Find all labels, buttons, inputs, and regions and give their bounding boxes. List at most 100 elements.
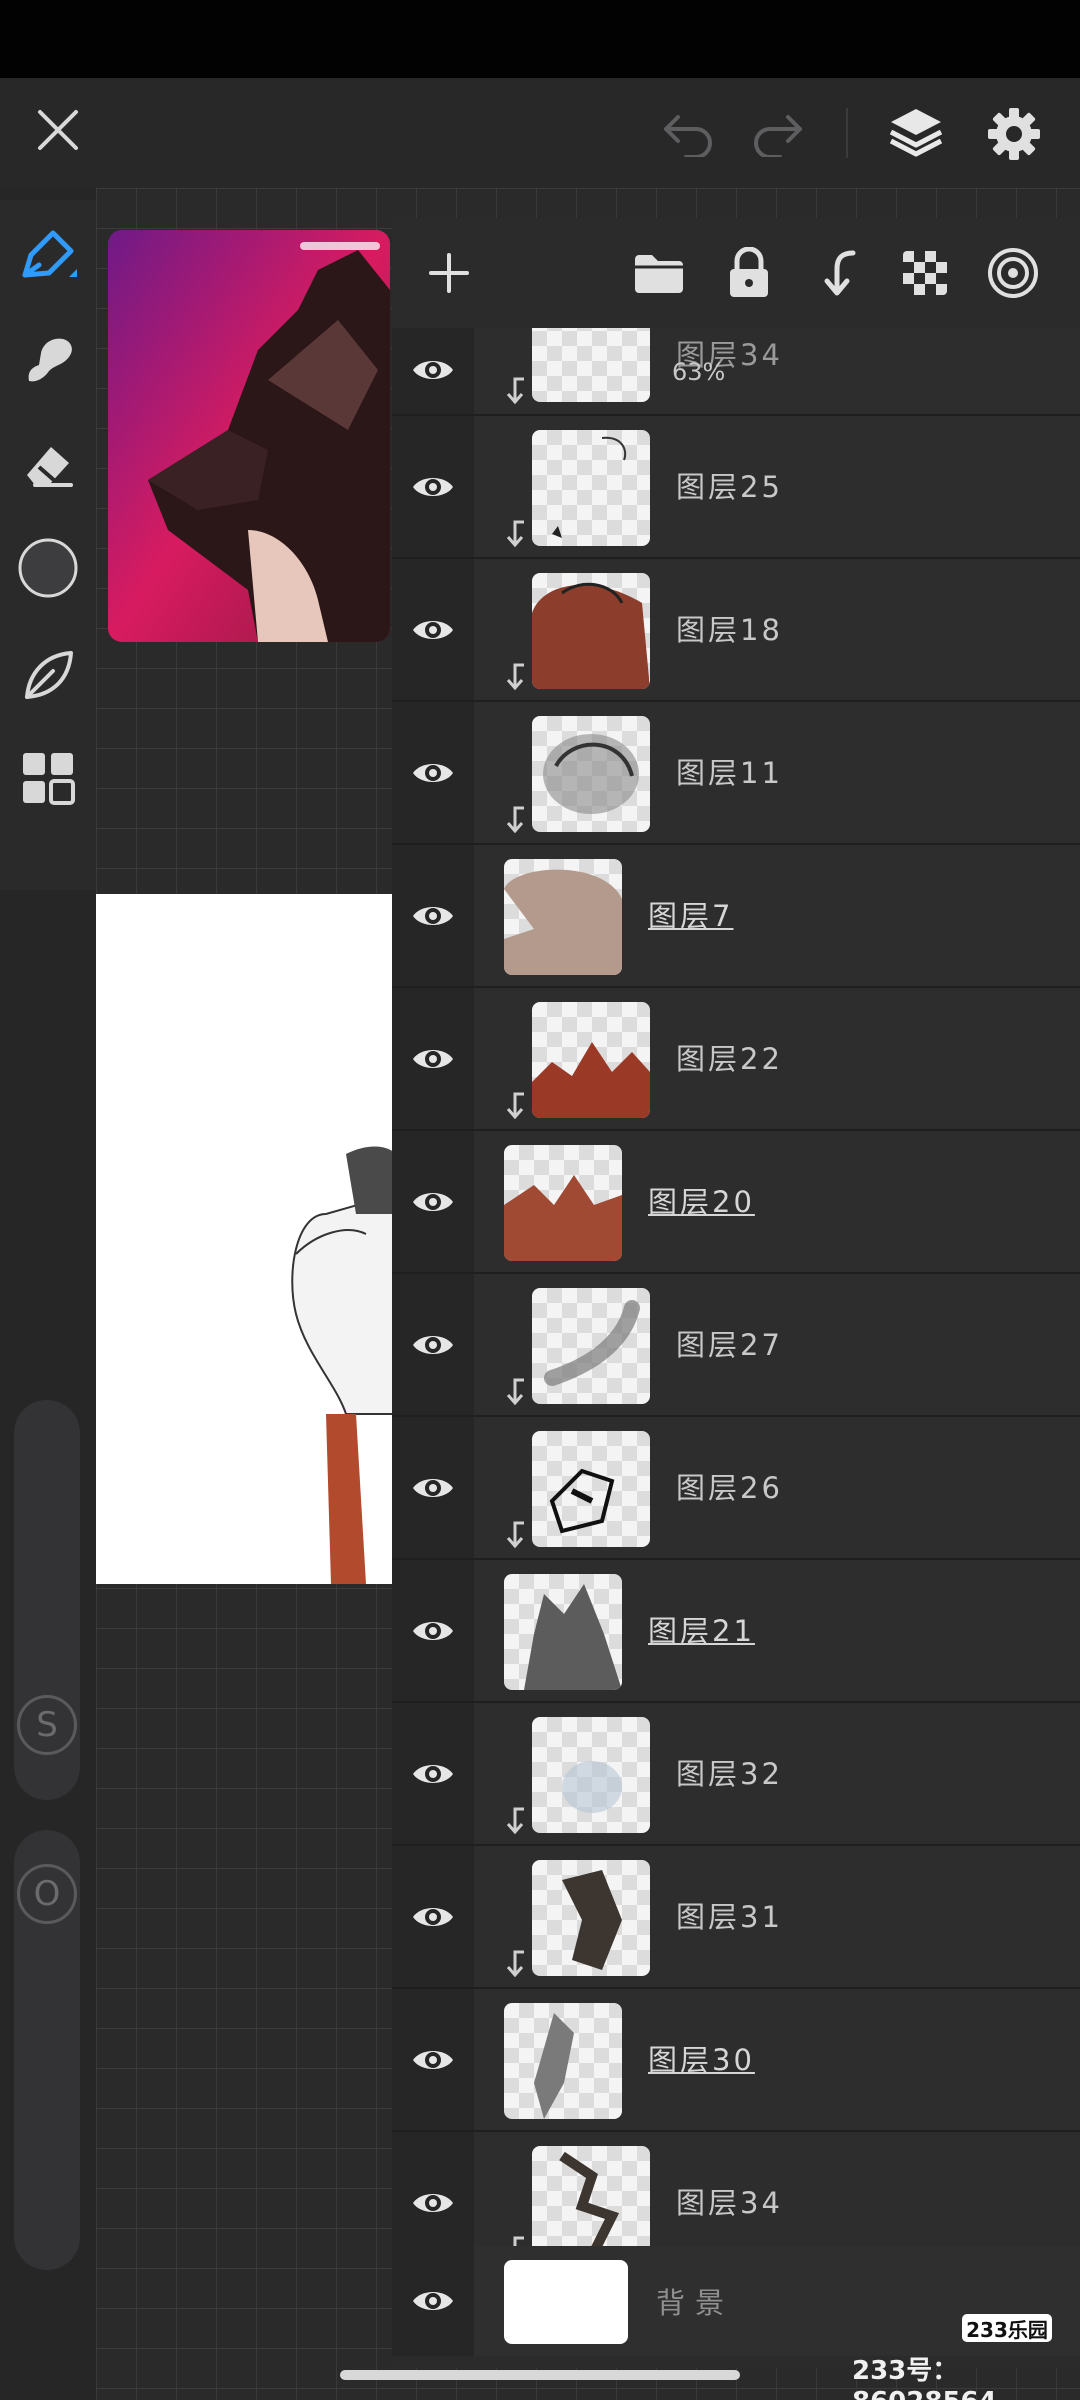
layer-row[interactable]: 图层31: [392, 1846, 1080, 1989]
layer-row[interactable]: 图层32: [392, 1703, 1080, 1846]
lock-icon[interactable]: [716, 240, 782, 306]
target-icon[interactable]: [980, 240, 1046, 306]
brush-icon[interactable]: [12, 220, 84, 292]
layer-name: 图层27: [676, 1328, 783, 1362]
layer-row[interactable]: 图层22: [392, 988, 1080, 1131]
eraser-icon[interactable]: [12, 430, 84, 502]
layers-icon[interactable]: [880, 98, 952, 166]
layers-panel: 图层34 63% 图层25 图层18 图层11 图层7 图层22 图层20 图层27 图层26 图层…: [392, 218, 1080, 2368]
layer-row[interactable]: 图层25: [392, 416, 1080, 559]
reference-artwork: [108, 230, 390, 642]
visibility-toggle[interactable]: [392, 2246, 474, 2356]
clip-arrow-icon: [504, 662, 526, 692]
layer-row[interactable]: 图层26: [392, 1417, 1080, 1560]
layer-row[interactable]: 图层34 63%: [392, 286, 1080, 416]
size-slider-badge: S: [17, 1695, 77, 1755]
undo-icon[interactable]: [656, 100, 720, 164]
clip-arrow-icon: [504, 1091, 526, 1121]
visibility-toggle[interactable]: [392, 1989, 474, 2130]
layer-opacity: 63%: [672, 358, 726, 386]
layer-thumbnail: [532, 1002, 650, 1118]
layer-name: 图层11: [676, 756, 783, 790]
eye-icon: [413, 1621, 453, 1640]
eye-icon: [413, 2292, 453, 2310]
layer-name: 图层34: [676, 2186, 783, 2220]
eye-icon: [413, 2193, 453, 2212]
app-root: S O 图层3463%图层25图层18图层11图层7图层22图层2: [0, 0, 1080, 2400]
visibility-toggle[interactable]: [392, 416, 474, 557]
eye-icon: [413, 1478, 453, 1497]
folder-icon[interactable]: [626, 240, 692, 306]
layer-list: 图层34 63% 图层25 图层18 图层11 图层7 图层22 图层20 图层27 图层26 图层…: [392, 286, 1080, 2275]
visibility-toggle[interactable]: [392, 559, 474, 700]
layer-row[interactable]: 图层21: [392, 1560, 1080, 1703]
add-layer-icon[interactable]: [416, 240, 482, 306]
grid-icon[interactable]: [12, 742, 84, 814]
clip-icon[interactable]: [804, 240, 870, 306]
home-indicator[interactable]: [340, 2370, 740, 2380]
clip-arrow-icon: [504, 376, 526, 406]
layer-thumbnail: [532, 1431, 650, 1547]
background-thumbnail: [504, 2260, 628, 2344]
layer-thumbnail: [504, 859, 622, 975]
smudge-icon[interactable]: [12, 324, 84, 396]
visibility-toggle[interactable]: [392, 702, 474, 843]
eye-icon: [413, 1764, 453, 1783]
eye-icon: [413, 361, 453, 379]
visibility-toggle[interactable]: [392, 988, 474, 1129]
eye-icon: [413, 1192, 453, 1211]
tool-palette: [0, 200, 96, 890]
leaf-icon[interactable]: [12, 638, 84, 710]
visibility-toggle[interactable]: [392, 1846, 474, 1987]
layer-name: 图层31: [676, 1900, 783, 1934]
status-bar: [0, 0, 1080, 78]
layer-thumbnail: [504, 2003, 622, 2119]
eye-icon: [413, 1049, 453, 1068]
layer-name: 图层18: [676, 613, 783, 647]
gear-icon[interactable]: [980, 100, 1048, 168]
layer-thumbnail: [532, 1717, 650, 1833]
visibility-toggle[interactable]: [392, 1417, 474, 1558]
eye-icon: [413, 1907, 453, 1926]
layer-row[interactable]: 图层30: [392, 1989, 1080, 2132]
layer-name: 图层22: [676, 1042, 783, 1076]
layers-panel-toolbar: [392, 218, 1080, 328]
reference-drag-handle[interactable]: [300, 242, 380, 250]
eye-icon: [413, 2050, 453, 2069]
layer-name: 图层21: [648, 1614, 755, 1648]
layer-thumbnail: [532, 430, 650, 546]
visibility-toggle[interactable]: [392, 1703, 474, 1844]
background-layer-label: 背景: [656, 2286, 735, 2320]
layer-name: 图层26: [676, 1471, 783, 1505]
visibility-toggle[interactable]: [392, 1274, 474, 1415]
visibility-toggle[interactable]: [392, 845, 474, 986]
close-icon[interactable]: [28, 100, 88, 160]
layer-thumbnail: [504, 1145, 622, 1261]
clip-arrow-icon: [504, 519, 526, 549]
eye-icon: [413, 477, 453, 496]
watermark-logo: 233乐园: [962, 2314, 1052, 2342]
visibility-toggle[interactable]: [392, 326, 474, 414]
layer-row[interactable]: 图层7: [392, 845, 1080, 988]
redo-icon[interactable]: [746, 100, 810, 164]
visibility-toggle[interactable]: [392, 1560, 474, 1701]
layer-row[interactable]: 图层11: [392, 702, 1080, 845]
layer-row[interactable]: 图层20: [392, 1131, 1080, 1274]
checker-icon[interactable]: [892, 240, 958, 306]
layer-thumbnail: [532, 1860, 650, 1976]
visibility-toggle[interactable]: [392, 1131, 474, 1272]
eye-icon: [413, 620, 453, 639]
color-swatch[interactable]: [12, 532, 84, 604]
layer-row[interactable]: 图层18: [392, 559, 1080, 702]
clip-arrow-icon: [504, 805, 526, 835]
eye-icon: [413, 1335, 453, 1354]
layer-name: 图层30: [648, 2043, 755, 2077]
drawing-page[interactable]: [96, 894, 396, 1584]
layer-row[interactable]: 图层27: [392, 1274, 1080, 1417]
reference-image-panel[interactable]: [108, 230, 390, 642]
watermark-id: 233号：86028564: [852, 2356, 997, 2400]
layer-thumbnail: [532, 2146, 650, 2262]
clip-arrow-icon: [504, 1520, 526, 1550]
layer-name: 图层32: [676, 1757, 783, 1791]
layer-thumbnail: [504, 1574, 622, 1690]
